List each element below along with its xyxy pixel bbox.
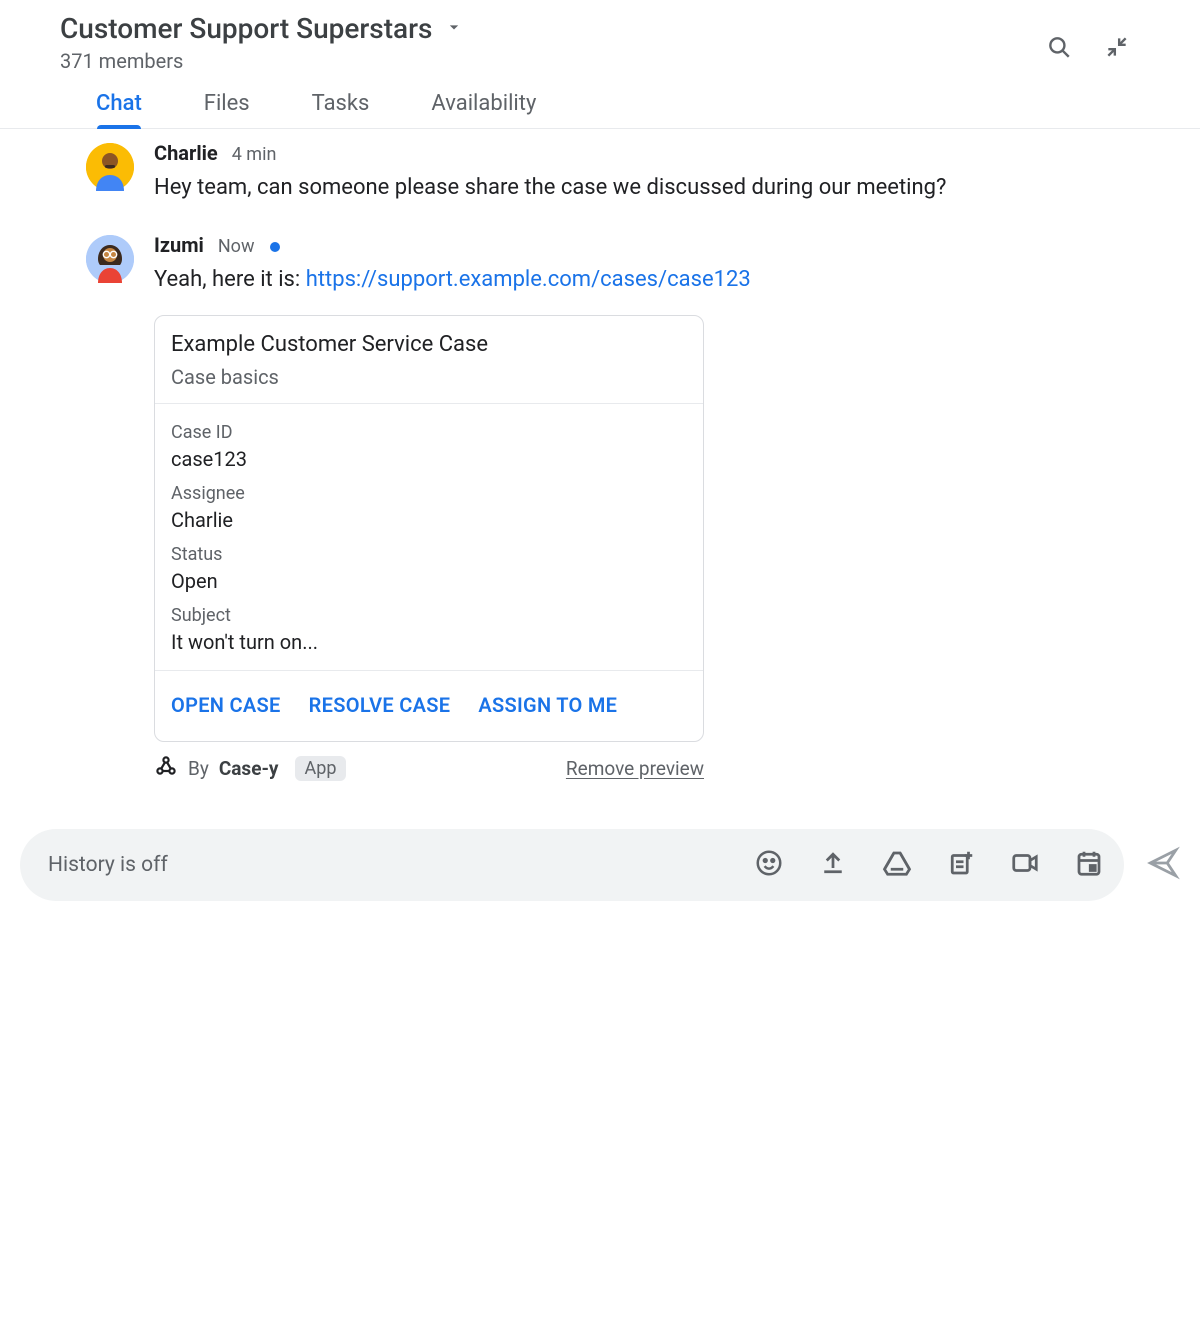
new-indicator-icon xyxy=(270,242,280,252)
field-value: Open xyxy=(171,569,687,593)
message-list: Charlie 4 min Hey team, can someone plea… xyxy=(0,129,1200,783)
open-case-button[interactable]: OPEN CASE xyxy=(171,693,281,717)
assign-to-me-button[interactable]: ASSIGN TO ME xyxy=(478,693,617,717)
message: Charlie 4 min Hey team, can someone plea… xyxy=(86,141,1140,205)
field-label: Status xyxy=(171,544,687,565)
member-count: 371 members xyxy=(60,49,464,73)
tabs: Chat Files Tasks Availability xyxy=(0,73,1200,129)
card-attribution: By Case-y App Remove preview xyxy=(154,754,704,783)
emoji-icon[interactable] xyxy=(754,848,784,882)
attribution-by: By xyxy=(188,757,209,780)
message-author: Izumi xyxy=(154,233,204,257)
attribution-app-name: Case-y xyxy=(219,757,279,780)
card-subtitle: Case basics xyxy=(171,365,687,389)
message-text-prefix: Yeah, here it is: xyxy=(154,267,306,292)
send-icon[interactable] xyxy=(1146,846,1180,884)
app-badge: App xyxy=(295,756,347,781)
card-field: Subject It won't turn on... xyxy=(171,605,687,654)
card-field: Status Open xyxy=(171,544,687,593)
collapse-icon[interactable] xyxy=(1104,34,1130,64)
avatar[interactable] xyxy=(86,143,134,191)
composer-row: History is off xyxy=(0,811,1200,931)
space-title: Customer Support Superstars xyxy=(60,12,432,45)
message-time: 4 min xyxy=(232,144,277,165)
video-meeting-icon[interactable] xyxy=(1010,848,1040,882)
card-field: Assignee Charlie xyxy=(171,483,687,532)
calendar-icon[interactable] xyxy=(1074,848,1104,882)
field-value: Charlie xyxy=(171,508,687,532)
tab-files[interactable]: Files xyxy=(204,91,250,128)
field-label: Subject xyxy=(171,605,687,626)
message-time: Now xyxy=(218,236,255,257)
drive-icon[interactable] xyxy=(882,848,912,882)
field-value: It won't turn on... xyxy=(171,630,687,654)
message-text: Yeah, here it is: https://support.exampl… xyxy=(154,263,1140,297)
resolve-case-button[interactable]: RESOLVE CASE xyxy=(309,693,451,717)
message-input[interactable]: History is off xyxy=(20,829,1124,901)
upload-icon[interactable] xyxy=(818,848,848,882)
case-link[interactable]: https://support.example.com/cases/case12… xyxy=(306,267,751,292)
composer-placeholder: History is off xyxy=(48,853,754,877)
webhook-icon xyxy=(154,754,178,783)
message-text: Hey team, can someone please share the c… xyxy=(154,171,1140,205)
space-header: Customer Support Superstars 371 members xyxy=(0,0,1200,73)
link-preview-card: Example Customer Service Case Case basic… xyxy=(154,315,704,742)
card-title: Example Customer Service Case xyxy=(171,332,687,357)
space-title-row[interactable]: Customer Support Superstars xyxy=(60,12,464,45)
create-document-icon[interactable] xyxy=(946,848,976,882)
message-author: Charlie xyxy=(154,141,218,165)
avatar[interactable] xyxy=(86,235,134,283)
tab-tasks[interactable]: Tasks xyxy=(312,91,370,128)
field-label: Case ID xyxy=(171,422,687,443)
search-icon[interactable] xyxy=(1046,34,1072,64)
field-label: Assignee xyxy=(171,483,687,504)
field-value: case123 xyxy=(171,447,687,471)
card-field: Case ID case123 xyxy=(171,422,687,471)
tab-availability[interactable]: Availability xyxy=(431,91,536,128)
chevron-down-icon[interactable] xyxy=(444,17,464,41)
remove-preview-link[interactable]: Remove preview xyxy=(566,757,704,780)
tab-chat[interactable]: Chat xyxy=(96,91,142,128)
message: Izumi Now Yeah, here it is: https://supp… xyxy=(86,233,1140,783)
